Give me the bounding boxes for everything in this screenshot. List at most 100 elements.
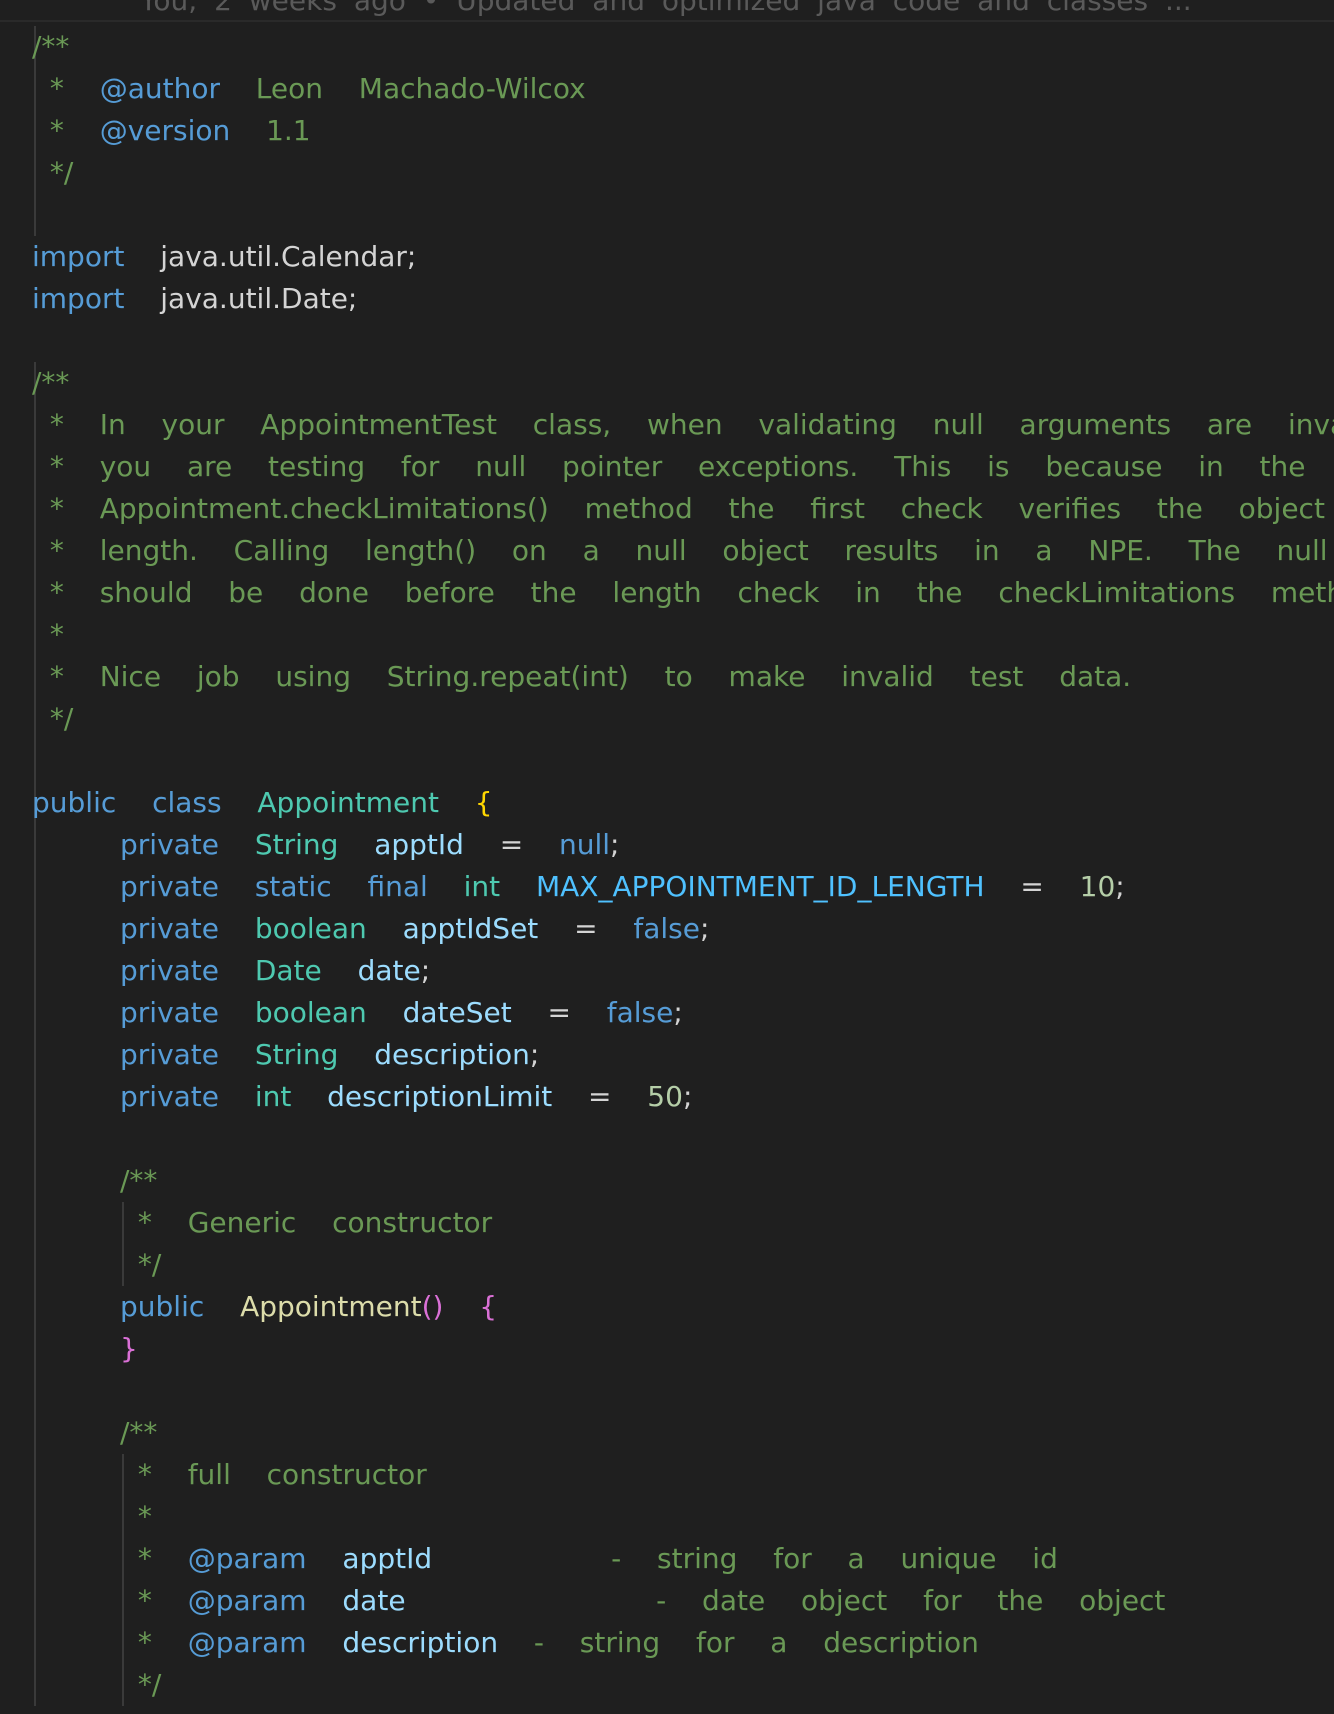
code-line[interactable]: public class Appointment {: [0, 782, 1334, 824]
javadoc-tag: @version: [99, 114, 231, 147]
code-line[interactable]: * @version 1.1: [0, 110, 1334, 152]
keyword-token: private: [120, 828, 219, 861]
code-line[interactable]: /**: [0, 26, 1334, 68]
code-line[interactable]: [0, 320, 1334, 362]
code-line-content: * Generic constructor: [120, 1202, 492, 1244]
type-token: int: [463, 870, 501, 903]
code-text: ;: [529, 1038, 540, 1071]
code-line[interactable]: * @param apptId - string for a unique id: [0, 1538, 1334, 1580]
keyword-token: false: [633, 912, 700, 945]
code-line[interactable]: /**: [0, 362, 1334, 404]
code-line[interactable]: *: [0, 1496, 1334, 1538]
code-line[interactable]: import java.util.Calendar;: [0, 236, 1334, 278]
code-line-content: * Nice job using String.repeat(int) to m…: [32, 656, 1131, 698]
code-line[interactable]: }: [0, 1328, 1334, 1370]
code-line[interactable]: * Generic constructor: [0, 1202, 1334, 1244]
code-line[interactable]: * @param date - date object for the obje…: [0, 1580, 1334, 1622]
indent-guide: [34, 992, 36, 1034]
comment-token: * should be done before the length check…: [32, 576, 1334, 609]
code-line[interactable]: /**: [0, 1412, 1334, 1454]
code-line-content: * should be done before the length check…: [32, 572, 1334, 614]
comment-token: *: [32, 618, 64, 651]
comment-token: * Generic constructor: [120, 1206, 493, 1239]
bracket-token: {: [479, 1290, 498, 1323]
type-token: Appointment: [257, 786, 439, 819]
indent-guide: [34, 866, 36, 908]
code-text: ;: [699, 912, 710, 945]
code-line-content: * length. Calling length() on a null obj…: [32, 530, 1334, 572]
javadoc-tag: @param: [187, 1584, 307, 1617]
code-lines[interactable]: /** * @author Leon Machado-Wilcox * @ver…: [0, 26, 1334, 1706]
code-line[interactable]: [0, 740, 1334, 782]
indent-guide: [34, 194, 36, 236]
type-token: String: [254, 828, 339, 861]
code-line[interactable]: [0, 1118, 1334, 1160]
code-line[interactable]: private boolean dateSet = false;: [0, 992, 1334, 1034]
indent-guide: [34, 1034, 36, 1076]
comment-token: Leon Machado-Wilcox: [219, 72, 586, 105]
comment-token: [307, 1626, 343, 1659]
variable-token: apptId: [374, 828, 464, 861]
indent-guide: [34, 824, 36, 866]
code-line[interactable]: * Appointment.checkLimitations() method …: [0, 488, 1334, 530]
type-token: boolean: [254, 996, 367, 1029]
code-line[interactable]: * you are testing for null pointer excep…: [0, 446, 1334, 488]
indent-guide: [34, 1328, 36, 1370]
indent-guide: [34, 1622, 36, 1664]
code-line[interactable]: public Appointment() {: [0, 1286, 1334, 1328]
code-text: ;: [682, 1080, 693, 1113]
code-line[interactable]: private Date date;: [0, 950, 1334, 992]
code-line[interactable]: private boolean apptIdSet = false;: [0, 908, 1334, 950]
code-line[interactable]: import java.util.Date;: [0, 278, 1334, 320]
code-line[interactable]: * length. Calling length() on a null obj…: [0, 530, 1334, 572]
code-line-content: private int descriptionLimit = 50;: [120, 1076, 692, 1118]
code-line[interactable]: * Nice job using String.repeat(int) to m…: [0, 656, 1334, 698]
code-line[interactable]: private String apptId = null;: [0, 824, 1334, 866]
code-line-content: * @param description - string for a desc…: [120, 1622, 979, 1664]
comment-token: 1.1: [230, 114, 311, 147]
variable-token: date: [357, 954, 421, 987]
code-line[interactable]: private String description;: [0, 1034, 1334, 1076]
code-text: =: [511, 996, 607, 1029]
code-line-content: /**: [120, 1412, 157, 1454]
comment-token: * Nice job using String.repeat(int) to m…: [32, 660, 1132, 693]
code-line-content: private static final int MAX_APPOINTMENT…: [120, 866, 1125, 908]
code-line[interactable]: * @param description - string for a desc…: [0, 1622, 1334, 1664]
code-line-content: */: [120, 1244, 161, 1286]
comment-token: /**: [32, 30, 70, 63]
code-line[interactable]: */: [0, 152, 1334, 194]
code-line-content: import java.util.Date;: [32, 278, 357, 320]
comment-token: * In your AppointmentTest class, when va…: [32, 408, 1334, 441]
code-line[interactable]: * should be done before the length check…: [0, 572, 1334, 614]
code-line[interactable]: * In your AppointmentTest class, when va…: [0, 404, 1334, 446]
code-line[interactable]: *: [0, 614, 1334, 656]
code-line-content: * full constructor: [120, 1454, 427, 1496]
code-line[interactable]: /**: [0, 1160, 1334, 1202]
git-blame-annotation[interactable]: You, 2 weeks ago • Updated and optimized…: [0, 0, 1334, 22]
code-line[interactable]: */: [0, 1664, 1334, 1706]
comment-token: * length. Calling length() on a null obj…: [32, 534, 1334, 567]
code-line-content: }: [120, 1328, 138, 1370]
code-line[interactable]: [0, 1370, 1334, 1412]
code-editor[interactable]: You, 2 weeks ago • Updated and optimized…: [0, 0, 1334, 1714]
type-token: boolean: [254, 912, 367, 945]
type-token: String: [254, 1038, 339, 1071]
code-line[interactable]: */: [0, 698, 1334, 740]
keyword-token: import: [32, 282, 125, 315]
comment-token: - date object for the object: [405, 1584, 1166, 1617]
code-line[interactable]: * @author Leon Machado-Wilcox: [0, 68, 1334, 110]
code-line[interactable]: private static final int MAX_APPOINTMENT…: [0, 866, 1334, 908]
git-blame-text: You, 2 weeks ago • Updated and optimized…: [140, 0, 1192, 17]
code-line[interactable]: * full constructor: [0, 1454, 1334, 1496]
code-line[interactable]: private int descriptionLimit = 50;: [0, 1076, 1334, 1118]
code-line[interactable]: [0, 194, 1334, 236]
code-line[interactable]: */: [0, 1244, 1334, 1286]
bracket-token: }: [120, 1332, 138, 1365]
